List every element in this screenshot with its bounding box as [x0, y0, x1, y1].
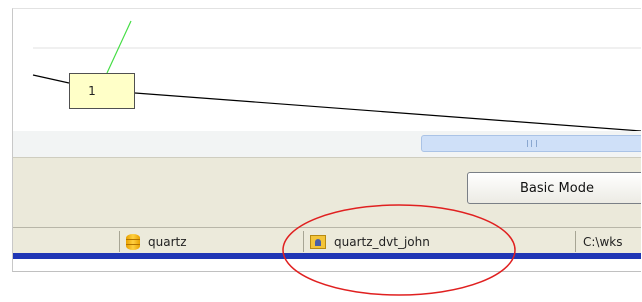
basic-mode-button[interactable]: Basic Mode	[467, 172, 641, 204]
status-bar: quartz quartz_dvt_john C:\wks	[13, 227, 641, 254]
scrollbar-thumb[interactable]	[421, 135, 641, 152]
database-icon	[126, 233, 140, 250]
diagram-node[interactable]: 1	[69, 73, 135, 109]
connector-line-right	[134, 92, 641, 131]
workspace-label: quartz_dvt_john	[334, 234, 430, 249]
diagram-canvas[interactable]: 1	[13, 9, 641, 131]
status-database[interactable]: quartz	[119, 231, 283, 252]
grip-icon	[527, 140, 537, 147]
path-label: C:\wks	[583, 234, 623, 249]
diagram-connectors	[32, 20, 641, 131]
status-path[interactable]: C:\wks	[575, 231, 641, 252]
toolbar-panel: Basic Mode	[13, 157, 641, 228]
status-workspace[interactable]: quartz_dvt_john	[303, 231, 575, 252]
connector-line-left	[32, 74, 70, 84]
status-underline	[13, 253, 641, 259]
app-window: 1 Basic Mode quartz quartz_dvt_john C:\w…	[12, 8, 641, 272]
node-label: 1	[88, 84, 96, 98]
database-label: quartz	[148, 234, 187, 249]
link-line	[106, 20, 132, 74]
workspace-icon	[310, 234, 326, 249]
horizontal-scrollbar[interactable]	[13, 131, 641, 157]
